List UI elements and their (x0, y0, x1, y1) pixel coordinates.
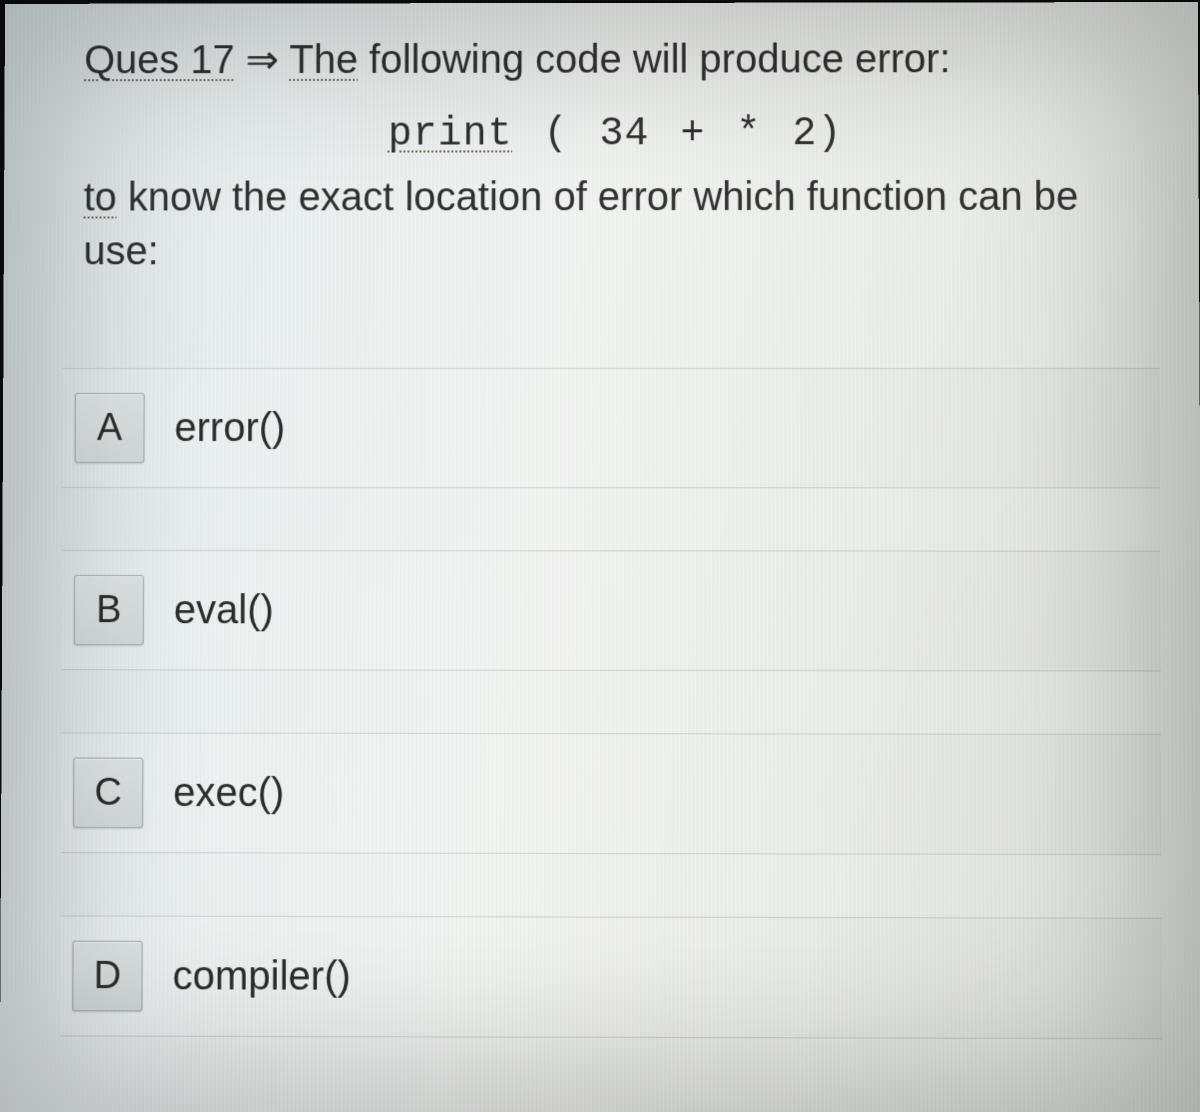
code-print-token: print (388, 113, 513, 158)
option-letter: C (94, 771, 122, 814)
option-letter-box: D (72, 941, 142, 1012)
question-line1-rest: following code will produce error: (358, 37, 951, 82)
option-letter-box: C (73, 758, 143, 828)
option-b[interactable]: B eval() (62, 550, 1161, 671)
option-label: error() (174, 405, 285, 450)
option-label: compiler() (172, 953, 350, 999)
question-text: Ques 17 ⇒ The following code will produc… (63, 22, 1159, 318)
arrow-text: ⇒ (235, 38, 290, 82)
code-line: print ( 34 + * 2) (84, 104, 1149, 163)
question-line2-rest: know the exact location of error which f… (83, 175, 1078, 273)
option-letter-box: B (74, 575, 144, 645)
code-rest-token: ( 34 + * 2) (513, 112, 843, 157)
question-line2-word: to (84, 176, 117, 220)
quiz-panel: Ques 17 ⇒ The following code will produc… (0, 2, 1200, 1112)
option-letter: B (96, 589, 121, 632)
option-d[interactable]: D compiler() (60, 915, 1162, 1039)
question-number: Ques 17 (84, 38, 234, 82)
option-letter-box: A (75, 393, 145, 463)
option-label: exec() (173, 770, 284, 815)
question-line1-word: The (289, 38, 358, 82)
option-letter: D (94, 954, 122, 997)
option-letter: A (97, 406, 122, 449)
option-label: eval() (174, 588, 274, 633)
options-list: A error() B eval() C exec() D compiler() (60, 368, 1162, 1039)
option-a[interactable]: A error() (63, 368, 1160, 488)
option-c[interactable]: C exec() (61, 732, 1162, 855)
